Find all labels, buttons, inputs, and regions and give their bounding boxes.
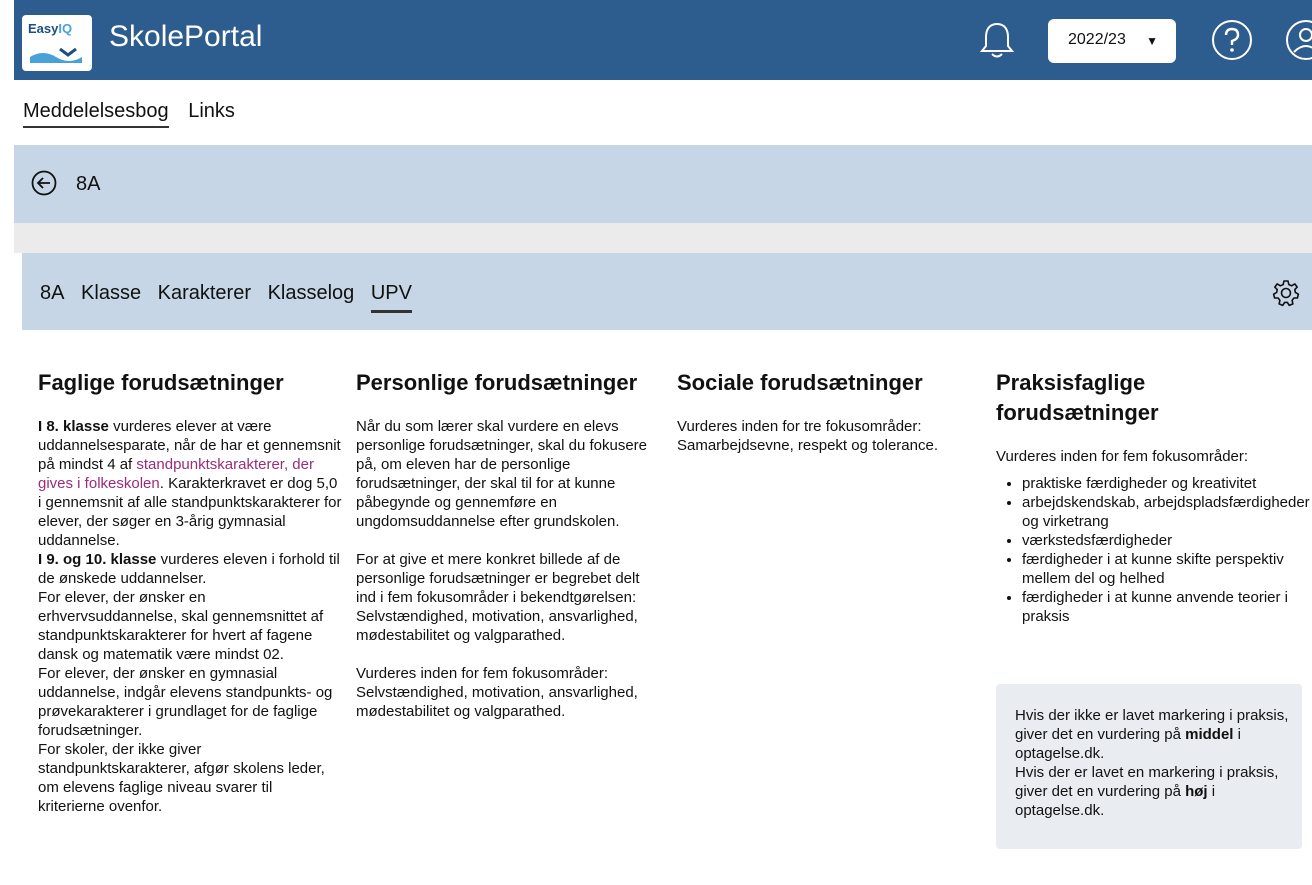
tab-karakterer[interactable]: Karakterer [158,282,251,304]
class-title: 8A [76,173,101,195]
praksis-title: Praksisfaglige forudsætninger [996,370,1159,425]
tab-klasselog[interactable]: Klasselog [268,282,355,304]
info-hoej: Hvis der er lavet en markering i praksis… [1015,763,1292,820]
app-title: SkolePortal [109,20,263,53]
personlige-p2: For at give et mere konkret billede af d… [356,551,640,644]
tab-upv[interactable]: UPV [370,282,412,313]
info-middel-text: Hvis der ikke er lavet markering i praks… [1015,707,1289,743]
sociale-column: Sociale forudsætninger Vurderes inden fo… [677,368,977,455]
faglige-column: Faglige forudsætninger I 8. klasse vurde… [38,368,343,816]
top-bar: EasyIQ SkolePortal 2022/23 ▼ [14,0,1312,80]
list-item: praktiske færdigheder og kreativitet [1022,474,1312,493]
gear-icon[interactable] [1272,279,1300,307]
tab-klasse[interactable]: Klasse [81,282,141,304]
sociale-title: Sociale forudsætninger [677,370,923,395]
personlige-p3: Vurderes inden for fem fokusområder: Sel… [356,665,638,720]
faglige-skoler-text: For skoler, der ikke giver standpunktska… [38,741,325,815]
list-item: arbejdskendskab, arbejdspladsfærdigheder… [1022,493,1312,531]
list-item: færdigheder i at kunne anvende teorier i… [1022,588,1312,626]
logo-text: Easy [28,21,59,36]
logo-text-iq: IQ [58,21,73,36]
logo-wave-icon [30,47,82,63]
faglige-gymnasial-text: For elever, der ønsker en gymnasial udda… [38,665,333,739]
main-nav: Meddelelsesbog Links [23,100,249,128]
nav-item-meddelelsesbog[interactable]: Meddelelsesbog [23,100,169,128]
chevron-down-icon: ▼ [1146,34,1158,48]
faglige-title: Faglige forudsætninger [38,370,284,395]
list-item: værkstedsfærdigheder [1022,531,1312,550]
praksis-intro: Vurderes inden for fem fokusområder: [996,448,1249,465]
tab-8a[interactable]: 8A [40,282,64,304]
praksis-list: praktiske færdigheder og kreativitet arb… [996,474,1312,626]
sociale-text: Vurderes inden for tre fokusområder: Sam… [677,418,938,454]
bell-icon[interactable] [979,20,1015,60]
praksis-column: Praksisfaglige forudsætninger Vurderes i… [996,368,1312,626]
tab-bar: 8A Klasse Karakterer Klasselog UPV [22,253,1312,330]
school-year-select[interactable]: 2022/23 ▼ [1048,19,1176,63]
personlige-title: Personlige forudsætninger [356,370,638,395]
faglige-8-klasse-label: I 8. klasse [38,418,109,435]
personlige-p1: Når du som lærer skal vurdere en elevs p… [356,418,648,530]
personlige-column: Personlige forudsætninger Når du som lær… [356,368,661,721]
help-icon[interactable] [1210,18,1254,62]
list-item: færdigheder i at kunne skifte perspektiv… [1022,550,1312,588]
praksis-info-box: Hvis der ikke er lavet markering i praks… [996,684,1302,849]
class-header: 8A [14,145,1312,223]
user-icon[interactable] [1284,18,1312,62]
school-year-value: 2022/23 [1068,31,1126,48]
divider-band [14,223,1312,253]
easyiq-logo[interactable]: EasyIQ [22,15,92,71]
faglige-9-10-label: I 9. og 10. klasse [38,551,157,568]
faglige-paragraph: I 8. klasse vurderes elever at være udda… [38,417,343,550]
faglige-erhverv-text: For elever, der ønsker en erhvervsuddann… [38,589,324,663]
info-hoej-text: Hvis der er lavet en markering i praksis… [1015,764,1279,800]
nav-item-links[interactable]: Links [188,100,235,122]
faglige-paragraph-9-10: I 9. og 10. klasse vurderes eleven i for… [38,550,343,588]
back-arrow-icon[interactable] [31,170,57,196]
info-middel-value: middel [1185,726,1234,743]
info-hoej-value: høj [1185,783,1208,800]
info-middel: Hvis der ikke er lavet markering i praks… [1015,706,1292,763]
